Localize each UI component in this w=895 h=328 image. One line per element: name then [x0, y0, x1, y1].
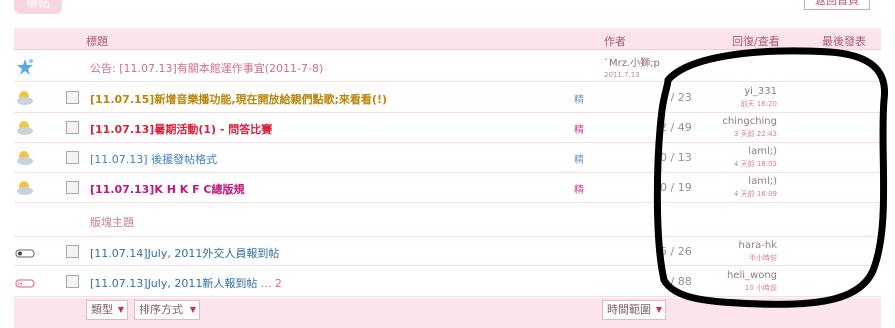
list-item[interactable]: [11.07.15]新增音樂播功能,現在開放給親們點歌;來看看(!) 精 1 /… [14, 83, 881, 113]
row-checkbox[interactable] [66, 121, 79, 134]
dropdown-arrow-icon: ▼ [655, 305, 662, 314]
row-checkbox[interactable] [66, 275, 79, 288]
svg-text:H: H [18, 281, 23, 288]
last-post[interactable]: chingching 3 天前 22:43 [722, 116, 777, 139]
thread-title[interactable]: [11.07.13]暑期活動(1) - 問答比賽 [90, 121, 272, 137]
list-item[interactable]: H [11.07.13]July, 2011新人報到帖 ... 2 7 / 88… [14, 267, 881, 297]
list-item[interactable]: [11.07.14]July, 2011外交人員報到帖 5 / 26 hara-… [14, 236, 881, 266]
last-post[interactable]: hara-hk 半小時前 [739, 240, 777, 263]
thread-title[interactable]: [11.07.13]July, 2011新人報到帖 ... 2 [90, 275, 282, 291]
thread-hot-icon: H [14, 271, 36, 293]
announcement-star-icon [14, 56, 36, 78]
section-label: 版塊主題 [90, 216, 134, 229]
table-header: 標題 作者 回復/查看 最後發表 [14, 28, 881, 50]
last-post[interactable]: laml;) 4 天前 18:03 [734, 146, 777, 169]
row-checkbox[interactable] [66, 151, 79, 164]
dropdown-arrow-icon: ▼ [189, 305, 196, 314]
reply-count: 0 / 19 [660, 181, 692, 194]
reply-count: 0 / 13 [660, 151, 692, 164]
header-title: 標題 [86, 35, 108, 48]
thread-status-icon [14, 241, 36, 263]
last-post[interactable]: laml;) 4 天前 16:09 [734, 176, 777, 199]
thread-title[interactable]: [11.07.15]新增音樂播功能,現在開放給親們點歌;來看看(!) [90, 91, 387, 107]
thread-title[interactable]: [11.07.14]July, 2011外交人員報到帖 [90, 245, 279, 261]
weather-icon [14, 117, 36, 139]
digest-badge: 精 [574, 185, 584, 196]
row-checkbox[interactable] [66, 245, 79, 258]
forum-tab[interactable]: 帶帖 [14, 0, 62, 14]
list-item[interactable]: [11.07.13]暑期活動(1) - 問答比賽 精 2 / 49 chingc… [14, 113, 881, 143]
filter-bar: 類型 ▼ 排序方式 ▼ 時間範圍 ▼ [14, 298, 881, 328]
type-filter-dropdown[interactable]: 類型 ▼ [86, 300, 128, 320]
header-reply-view: 回復/查看 [732, 35, 780, 48]
reply-count: 1 / 23 [660, 91, 692, 104]
list-item[interactable]: [11.07.13] 後援發帖格式 精 0 / 13 laml;) 4 天前 18… [14, 143, 881, 173]
back-home-button[interactable]: 返回首頁 [804, 0, 870, 10]
digest-badge: 精 [574, 95, 584, 106]
announcement-row[interactable]: 公告: [11.07.13]有關本館運作事宜(2011-7-8) `Mrz.小獅… [14, 52, 881, 82]
weather-icon [14, 177, 36, 199]
dropdown-arrow-icon: ▼ [117, 305, 124, 314]
reply-count: 2 / 49 [660, 121, 692, 134]
weather-icon [14, 87, 36, 109]
last-post[interactable]: heli_wong 10 小時前 [727, 270, 777, 293]
reply-count: 7 / 88 [660, 275, 692, 288]
header-last-post: 最後發表 [822, 35, 866, 48]
announcement-author[interactable]: `Mrz.小獅;p 2011.7.13 [604, 54, 660, 79]
list-item[interactable]: [11.07.13]K H K F C總版規 精 0 / 19 laml;) 4 … [14, 173, 881, 203]
row-checkbox[interactable] [66, 181, 79, 194]
digest-badge: 精 [574, 125, 584, 136]
digest-badge: 精 [574, 155, 584, 166]
page-links[interactable]: ... 2 [261, 277, 282, 290]
announcement-title[interactable]: 公告: [11.07.13]有關本館運作事宜(2011-7-8) [90, 60, 323, 76]
sort-filter-dropdown[interactable]: 排序方式 ▼ [134, 300, 200, 320]
weather-icon [14, 147, 36, 169]
last-post[interactable]: yi_331 前天 16:20 [741, 86, 777, 109]
thread-title[interactable]: [11.07.13] 後援發帖格式 [90, 151, 217, 167]
header-author: 作者 [604, 35, 626, 48]
reply-count: 5 / 26 [660, 245, 692, 258]
row-checkbox[interactable] [66, 91, 79, 104]
thread-title[interactable]: [11.07.13]K H K F C總版規 [90, 181, 245, 197]
time-filter-dropdown[interactable]: 時間範圍 ▼ [602, 300, 666, 320]
